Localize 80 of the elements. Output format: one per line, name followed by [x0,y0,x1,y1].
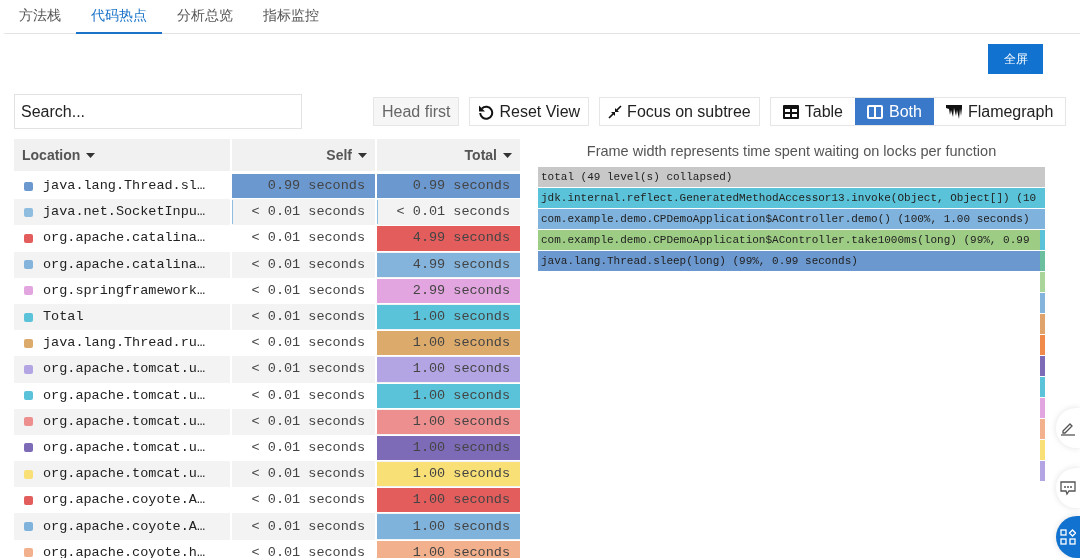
location-text: java.net.SocketInpu… [43,203,206,222]
time-text: 1.00 seconds [412,544,511,558]
caret-icon [503,152,512,158]
location-text: org.apache.tomcat.u… [43,412,206,431]
location-text: java.lang.Thread.sl… [43,177,206,196]
time-text: < 0.01 seconds [251,387,366,403]
edit-button[interactable] [1056,408,1080,448]
view-mode-button[interactable]: Both [855,98,934,125]
location-text: org.springframework… [43,281,206,300]
column-header[interactable]: Self [232,139,375,173]
time-text: < 0.01 seconds [251,256,366,272]
tab[interactable]: 指标监控 [248,0,334,34]
time-text: < 0.01 seconds [251,204,366,220]
time-text: < 0.01 seconds [251,309,366,325]
column-header[interactable]: Total [377,139,520,173]
column-header[interactable]: Location [14,139,230,173]
time-text: 1.00 seconds [412,335,511,351]
focus-button[interactable]: Focus on subtree [599,97,760,126]
table-icon [782,104,799,119]
location-text: org.apache.tomcat.u… [43,438,206,457]
time-text: 1.00 seconds [412,361,511,377]
tab[interactable]: 分析总览 [162,0,248,34]
location-text: org.apache.coyote.A… [43,517,206,536]
location-text: org.apache.catalina… [43,229,206,248]
flame-frame[interactable]: com.example.demo.CPDemoApplication$AController.demo() (100%, 1.00 seconds) [538,209,1045,229]
caret-icon [358,152,367,158]
time-text: 1.00 seconds [412,518,511,534]
time-text: 1.00 seconds [412,439,511,455]
time-text: < 0.01 seconds [396,204,511,220]
time-text: 1.00 seconds [412,466,511,482]
undo-icon [478,103,495,120]
time-text: < 0.01 seconds [251,413,366,429]
time-text: < 0.01 seconds [251,282,366,298]
time-text: 1.00 seconds [412,387,511,403]
tab[interactable]: 代码热点 [76,0,162,34]
flame-frame[interactable]: total (49 level(s) collapsed) [538,167,1045,187]
compress-icon [608,104,623,119]
time-text: < 0.01 seconds [251,439,366,455]
time-text: < 0.01 seconds [251,518,366,534]
tab[interactable]: 方法栈 [4,0,76,34]
caret-icon [86,152,96,158]
reset-view-button[interactable]: Reset View [469,97,590,126]
apps-icon [1060,529,1076,545]
time-text: < 0.01 seconds [251,361,366,377]
time-text: 1.00 seconds [412,309,511,325]
columns-icon [867,104,883,119]
flame-frame[interactable]: com.example.demo.CPDemoApplication$AController.take1000ms(long) (99%, 0.99 [538,230,1040,250]
column-title: Location [22,147,81,163]
flamegraph-title: Frame width represents time spent waiting on locks per function [585,142,998,161]
location-text: org.apache.catalina… [43,255,206,274]
comment-icon [1060,480,1076,496]
time-text: 4.99 seconds [412,230,511,246]
time-text: < 0.01 seconds [251,492,366,508]
time-text: 4.99 seconds [412,256,511,272]
comment-button[interactable] [1056,468,1080,508]
flame-frame[interactable]: java.lang.Thread.sleep(long) (99%, 0.99 seconds) [538,251,1040,271]
flame-icon [945,104,962,119]
head-first-button[interactable]: Head first [373,97,460,126]
fullscreen-button[interactable]: 全屏 [988,44,1043,74]
time-text: 0.99 seconds [267,178,366,194]
location-text: java.lang.Thread.ru… [43,334,206,353]
time-text: 1.00 seconds [412,492,511,508]
location-text: org.apache.tomcat.u… [43,465,206,484]
apps-button[interactable] [1056,516,1080,558]
time-text: < 0.01 seconds [251,230,366,246]
location-text: Total [43,308,84,327]
time-text: < 0.01 seconds [251,335,366,351]
column-title: Total [464,147,497,163]
location-text: org.apache.tomcat.u… [43,386,206,405]
time-text: 1.00 seconds [412,413,511,429]
flame-frame[interactable]: jdk.internal.reflect.GeneratedMethodAccessor13.invoke(Object, Object[]) (10 [538,188,1045,208]
column-title: Self [326,147,352,163]
search-field[interactable]: Search... [14,94,302,129]
time-text: < 0.01 seconds [251,544,366,558]
location-text: org.apache.tomcat.u… [43,360,206,379]
location-text: org.apache.coyote.h… [43,543,206,558]
location-text: org.apache.coyote.A… [43,491,206,510]
time-text: < 0.01 seconds [251,466,366,482]
time-text: 2.99 seconds [412,282,511,298]
time-text: 0.99 seconds [412,178,511,194]
